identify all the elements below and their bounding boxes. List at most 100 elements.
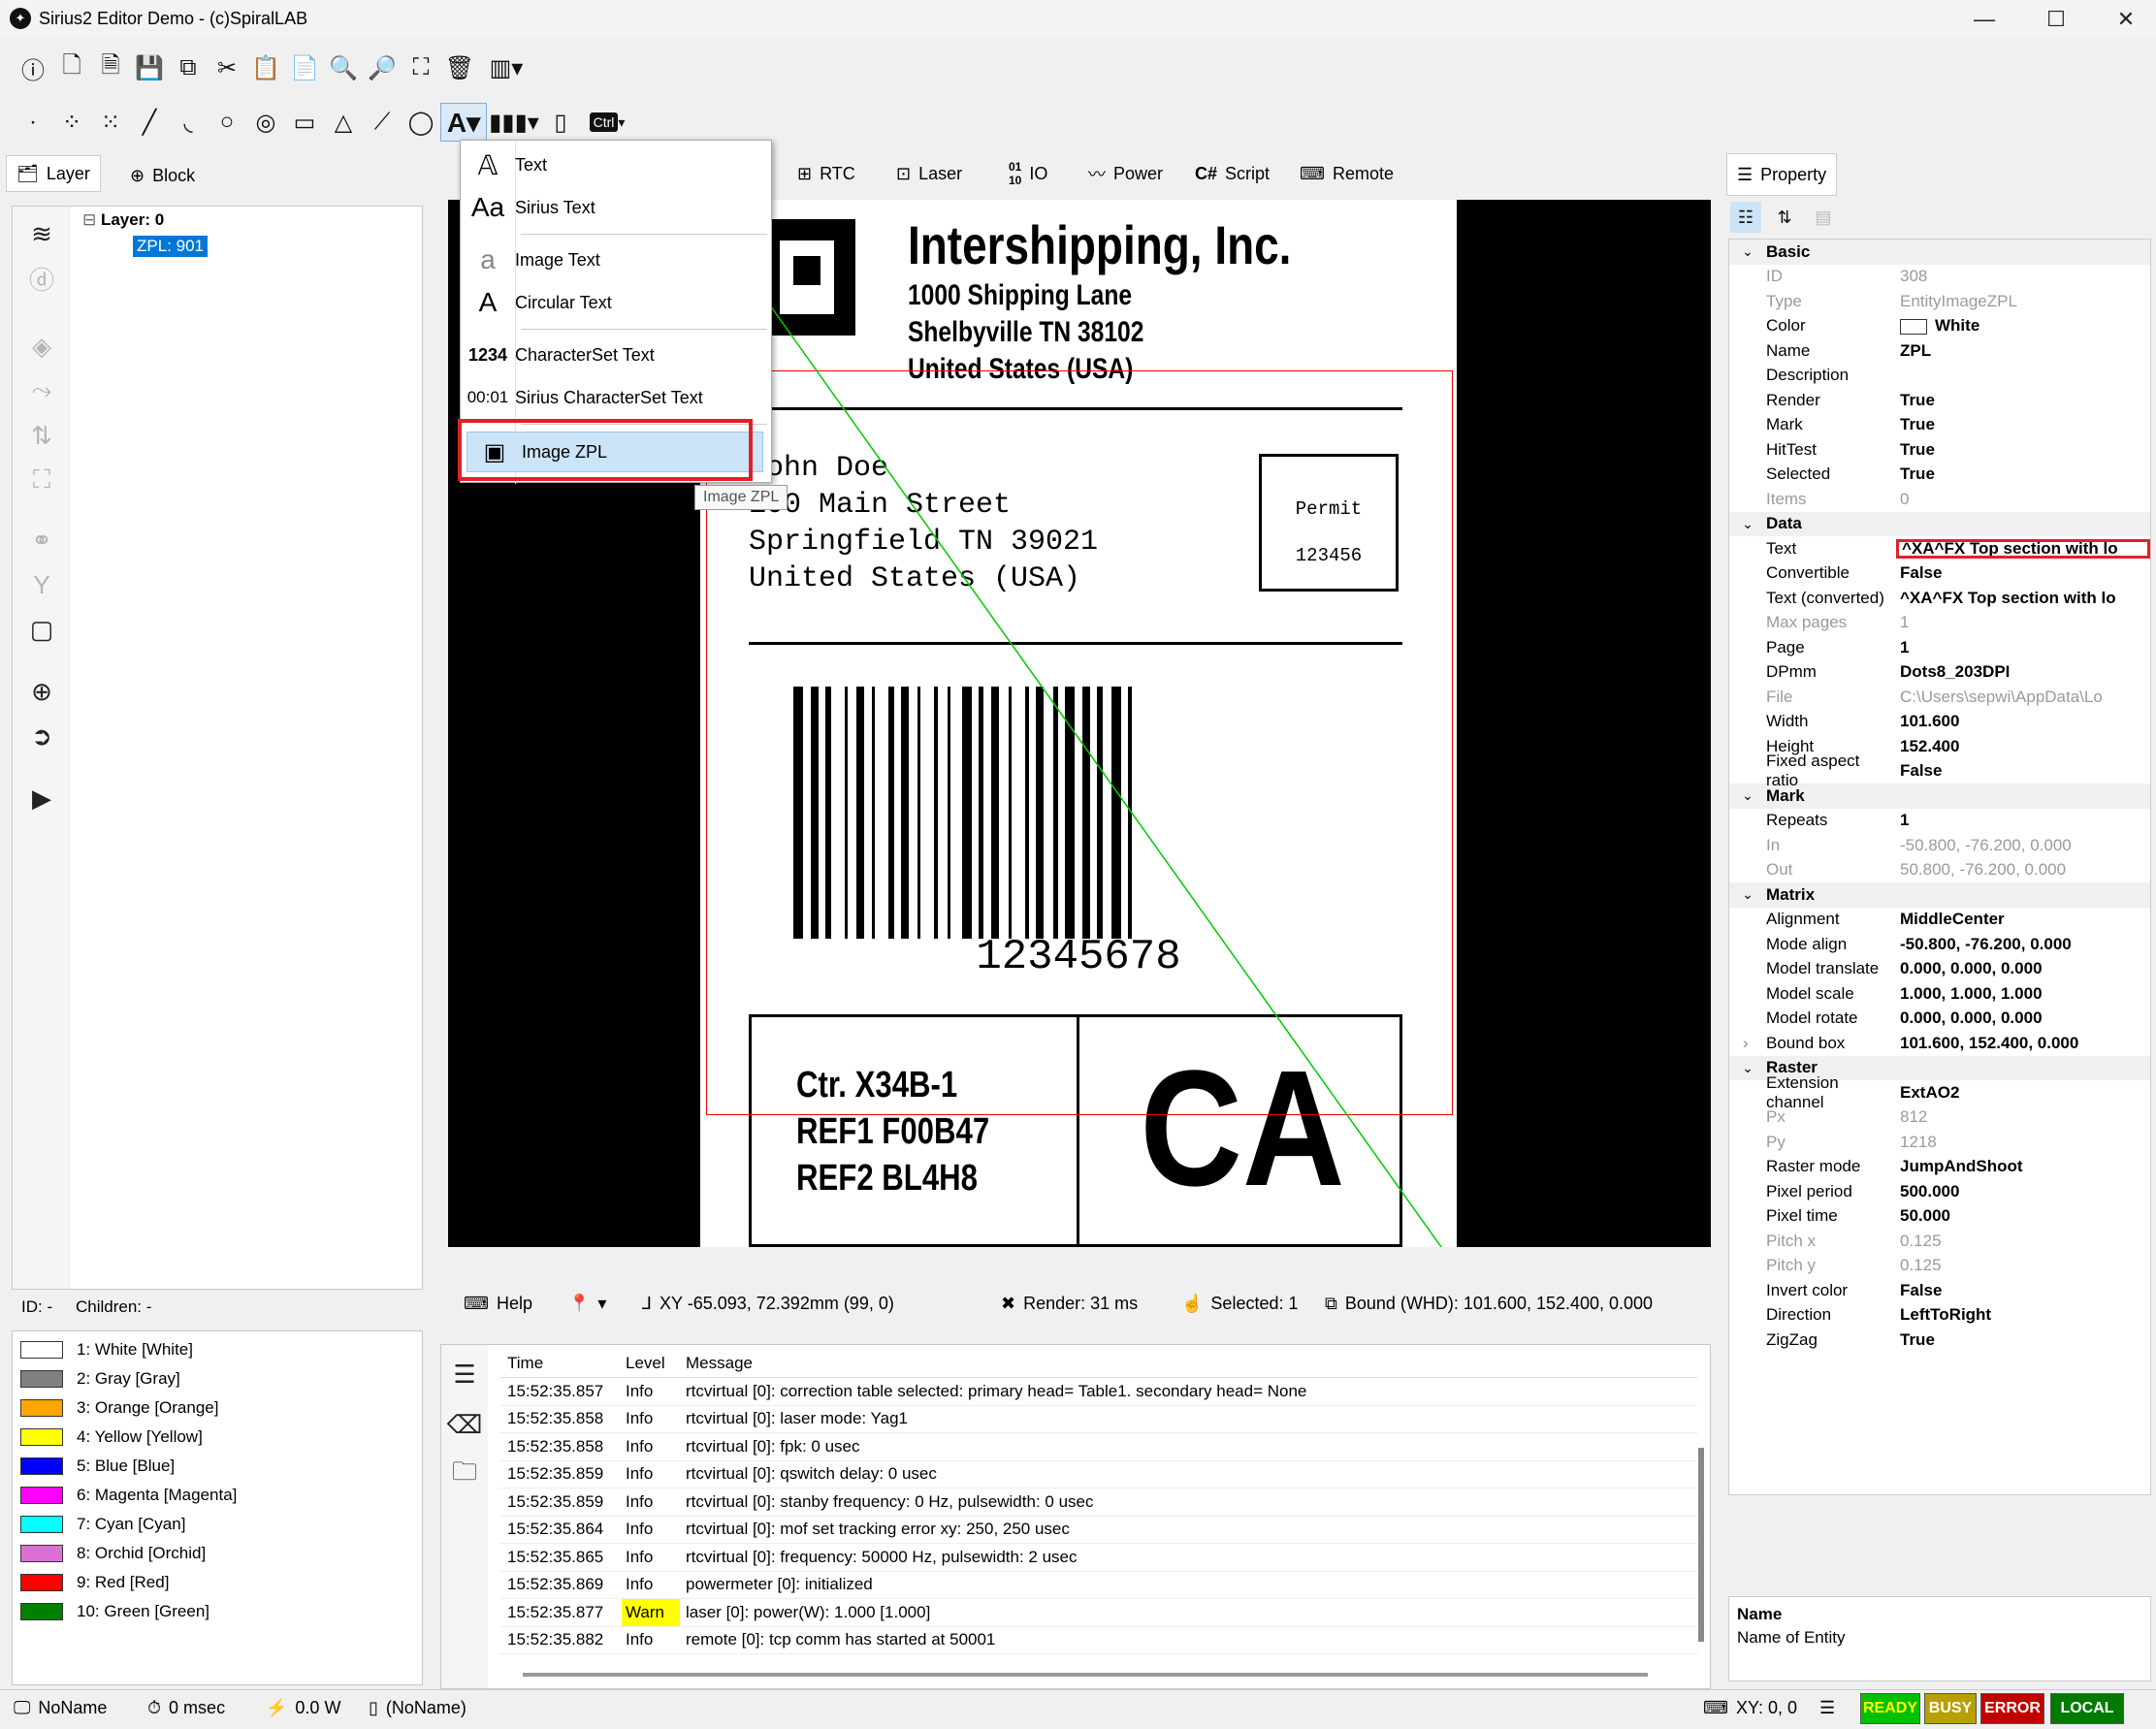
sort-icon[interactable]: ⇅	[22, 416, 61, 455]
layers-icon[interactable]: ≋	[22, 214, 61, 253]
property-value[interactable]: 50.000	[1896, 1206, 2150, 1226]
property-row[interactable]: Type EntityImageZPL	[1729, 289, 2150, 314]
info-icon[interactable]: ⓘ	[14, 48, 52, 87]
property-row[interactable]: › Bound box 101.600, 152.400, 0.000	[1729, 1031, 2150, 1056]
property-row[interactable]: ZigZag True	[1729, 1328, 2150, 1353]
property-row[interactable]: Out 50.800, -76.200, 0.000	[1729, 858, 2150, 883]
open-file-icon[interactable]: 🗎	[91, 48, 130, 87]
property-row[interactable]: Max pages 1	[1729, 611, 2150, 636]
spiral-icon[interactable]: ◎	[246, 103, 285, 142]
property-row[interactable]: Name ZPL	[1729, 338, 2150, 364]
property-value[interactable]: ^XA^FX Top section with lo	[1896, 589, 2150, 608]
tree-root-layer[interactable]: ⊟ Layer: 0	[82, 210, 164, 230]
property-value[interactable]: 0.125	[1896, 1256, 2150, 1275]
log-list-icon[interactable]: ☰	[445, 1355, 484, 1393]
collapse-icon[interactable]: ⌄	[1729, 787, 1766, 804]
menu-item-image-text[interactable]: a Image Text	[461, 240, 769, 280]
property-value[interactable]: False	[1896, 761, 2150, 781]
property-value[interactable]: 101.600	[1896, 712, 2150, 731]
property-value[interactable]: 0.000, 0.000, 0.000	[1896, 1009, 2150, 1028]
point-icon[interactable]: ·	[14, 103, 52, 142]
zoom-out-icon[interactable]: 🔍	[324, 48, 363, 87]
collapse-icon[interactable]: ⌄	[1729, 516, 1766, 532]
property-value[interactable]: -50.800, -76.200, 0.000	[1896, 935, 2150, 954]
property-value[interactable]: EntityImageZPL	[1896, 292, 2150, 311]
pin-dropdown[interactable]: 📍 ▾	[568, 1294, 606, 1314]
tab-laser[interactable]: ⊡ Laser	[886, 155, 972, 192]
merge-icon[interactable]: Y	[22, 565, 61, 604]
cut-icon[interactable]: ✂	[208, 48, 246, 87]
property-value[interactable]: 1	[1896, 811, 2150, 830]
close-button[interactable]: ✕	[2093, 0, 2156, 39]
control-dropdown-icon[interactable]: Ctrl ▾	[580, 103, 634, 142]
link-icon[interactable]: ⚭	[22, 521, 61, 560]
property-value[interactable]: 101.600, 152.400, 0.000	[1896, 1034, 2150, 1053]
property-value[interactable]: False	[1896, 563, 2150, 583]
property-value[interactable]: True	[1896, 391, 2150, 410]
property-value[interactable]: JumpAndShoot	[1896, 1157, 2150, 1176]
property-row[interactable]: Fixed aspect ratio False	[1729, 752, 2150, 789]
collapse-icon[interactable]: ⌄	[1729, 243, 1766, 260]
property-value[interactable]: ZPL	[1896, 341, 2150, 361]
zoom-in-icon[interactable]: 🔎	[363, 48, 402, 87]
property-pages-icon[interactable]: ▤	[1808, 202, 1839, 233]
zoom-fit-icon[interactable]: ⛶	[402, 48, 440, 87]
copy-icon[interactable]: ⧉	[169, 48, 208, 87]
property-row[interactable]: Invert color False	[1729, 1278, 2150, 1303]
pen-item[interactable]: 3: Orange [Orange]	[13, 1393, 422, 1423]
property-row[interactable]: Model scale 1.000, 1.000, 1.000	[1729, 981, 2150, 1007]
maximize-button[interactable]: ☐	[2023, 0, 2089, 39]
tab-layer[interactable]: 🗂 Layer	[6, 155, 101, 192]
pen-item[interactable]: 6: Magenta [Magenta]	[13, 1481, 422, 1510]
barcode-dropdown-icon[interactable]: ▮▮▮▾	[487, 103, 541, 142]
tab-script[interactable]: C# Script	[1185, 155, 1279, 192]
arc-icon[interactable]: ◟	[169, 103, 208, 142]
property-value[interactable]: -50.800, -76.200, 0.000	[1896, 836, 2150, 855]
property-value[interactable]: ^XA^FX Top section with lo	[1896, 538, 2150, 559]
log-row[interactable]: 15:52:35.859 Info rtcvirtual [0]: stanby f…	[499, 1489, 1698, 1517]
triangle-icon[interactable]: △	[324, 103, 363, 142]
trepan-icon[interactable]: ◯	[402, 103, 440, 142]
menu-item-sirius-characterset-text[interactable]: 00:01 Sirius CharacterSet Text	[461, 377, 769, 418]
property-value[interactable]: True	[1896, 1330, 2150, 1350]
rectangle-icon[interactable]: ▭	[285, 103, 324, 142]
property-row[interactable]: Mark True	[1729, 413, 2150, 438]
property-row[interactable]: Width 101.600	[1729, 710, 2150, 735]
property-row[interactable]: Extension channel ExtAO2	[1729, 1073, 2150, 1111]
property-value[interactable]: 50.800, -76.200, 0.000	[1896, 860, 2150, 880]
property-value[interactable]: LeftToRight	[1896, 1305, 2150, 1325]
property-value[interactable]: True	[1896, 464, 2150, 484]
raster-icon[interactable]: ⁙	[91, 103, 130, 142]
log-row[interactable]: 15:52:35.859 Info rtcvirtual [0]: qswitch …	[499, 1461, 1698, 1489]
property-row[interactable]: Mode align -50.800, -76.200, 0.000	[1729, 932, 2150, 957]
log-horizontal-scrollbar[interactable]	[523, 1673, 1648, 1677]
property-row[interactable]: Pitch y 0.125	[1729, 1254, 2150, 1279]
property-row[interactable]: Alignment MiddleCenter	[1729, 908, 2150, 933]
align-dropdown-icon[interactable]: ▥▾	[479, 48, 533, 87]
property-row[interactable]: Pixel period 500.000	[1729, 1179, 2150, 1204]
help-button[interactable]: ⌨ Help	[464, 1294, 532, 1314]
categorized-icon[interactable]: ☷	[1730, 202, 1761, 233]
property-category[interactable]: ⌄ Data	[1729, 511, 2150, 536]
log-row[interactable]: 15:52:35.869 Info powermeter [0]: initiali…	[499, 1572, 1698, 1599]
paste-icon[interactable]: 📋	[246, 48, 285, 87]
polyline-icon[interactable]: ⟋	[363, 103, 402, 142]
property-value[interactable]: 500.000	[1896, 1182, 2150, 1201]
property-value[interactable]: True	[1896, 415, 2150, 434]
tab-remote[interactable]: ⌨ Remote	[1290, 155, 1403, 192]
property-value[interactable]: C:\Users\sepwi\AppData\Lo	[1896, 688, 2150, 707]
property-row[interactable]: Raster mode JumpAndShoot	[1729, 1155, 2150, 1180]
property-value[interactable]: White	[1896, 316, 2150, 336]
jump-out-icon[interactable]: ➲	[22, 717, 61, 755]
line-icon[interactable]: ╱	[130, 103, 169, 142]
collapse-icon[interactable]: ⌄	[1729, 886, 1766, 903]
property-row[interactable]: ID 308	[1729, 265, 2150, 290]
tree-node-zpl[interactable]: ZPL: 901	[133, 236, 208, 257]
property-row[interactable]: Px 812	[1729, 1105, 2150, 1131]
circle-icon[interactable]: ○	[208, 103, 246, 142]
property-row[interactable]: Selected True	[1729, 463, 2150, 488]
menu-item-circular-text[interactable]: A Circular Text	[461, 282, 769, 323]
log-row[interactable]: 15:52:35.864 Info rtcvirtual [0]: mof set …	[499, 1517, 1698, 1544]
fill-icon[interactable]: ◈	[22, 327, 61, 366]
points-icon[interactable]: ⁘	[52, 103, 91, 142]
